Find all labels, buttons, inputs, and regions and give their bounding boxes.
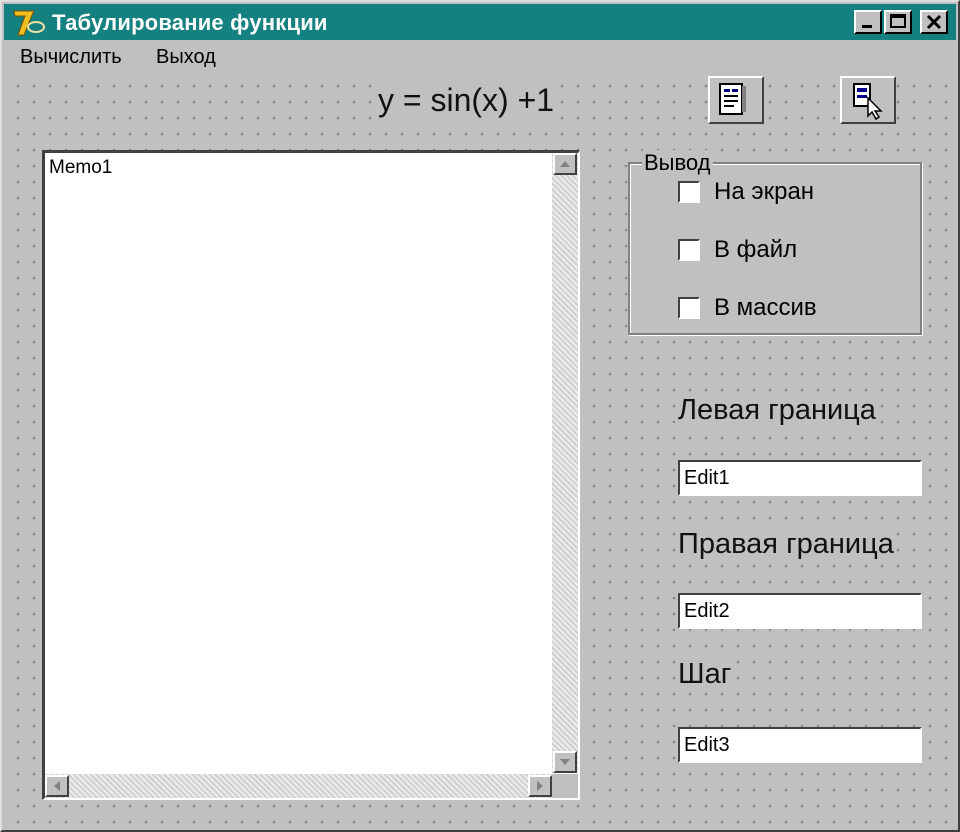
minimize-button[interactable] <box>854 10 882 34</box>
right-bound-label: Правая граница <box>676 528 896 561</box>
checkbox-file-label[interactable]: В файл <box>714 236 797 264</box>
title-bar[interactable]: Табулирование функции <box>4 4 956 40</box>
arrow-right-icon <box>537 781 543 791</box>
checkbox-array[interactable]: В массив <box>678 294 817 322</box>
arrow-left-icon <box>54 781 60 791</box>
formula-label: y = sin(x) +1 <box>374 82 559 119</box>
vertical-scrollbar[interactable] <box>552 153 578 773</box>
menu-item-exit[interactable]: Выход <box>156 46 216 69</box>
checkbox-array-box[interactable] <box>678 297 700 319</box>
scrollbar-corner <box>552 774 578 798</box>
minimize-icon <box>862 25 872 28</box>
run-button[interactable] <box>840 76 896 124</box>
scroll-right-button[interactable] <box>528 775 552 797</box>
main-window: Табулирование функции Вычислить Выход y … <box>0 0 960 832</box>
report-button[interactable] <box>708 76 764 124</box>
close-button[interactable] <box>920 10 948 34</box>
report-icon <box>719 83 746 115</box>
scroll-left-button[interactable] <box>45 775 69 797</box>
horizontal-scrollbar[interactable] <box>45 774 552 798</box>
output-group-caption: Вывод <box>642 150 713 176</box>
left-bound-label: Левая граница <box>676 394 878 427</box>
left-bound-input[interactable] <box>678 460 922 496</box>
memo-text[interactable]: Memo1 <box>49 157 112 179</box>
maximize-icon <box>890 14 906 28</box>
menu-item-calculate[interactable]: Вычислить <box>20 46 122 69</box>
delphi-app-icon <box>13 10 45 36</box>
right-bound-input[interactable] <box>678 593 922 629</box>
checkbox-file[interactable]: В файл <box>678 236 797 264</box>
checkbox-screen-label[interactable]: На экран <box>714 178 814 206</box>
checkbox-screen-box[interactable] <box>678 181 700 203</box>
menu-bar: Вычислить Выход <box>4 42 956 72</box>
scroll-up-button[interactable] <box>553 153 577 175</box>
checkbox-screen[interactable]: На экран <box>678 178 814 206</box>
scroll-down-button[interactable] <box>553 751 577 773</box>
arrow-down-icon <box>560 759 570 765</box>
window-title: Табулирование функции <box>52 10 328 35</box>
step-input[interactable] <box>678 727 922 763</box>
checkbox-array-label[interactable]: В массив <box>714 294 817 322</box>
run-pointer-icon <box>853 83 883 121</box>
checkbox-file-box[interactable] <box>678 239 700 261</box>
maximize-button[interactable] <box>884 10 912 34</box>
close-icon <box>926 14 942 30</box>
memo-box[interactable]: Memo1 <box>42 150 580 800</box>
step-label: Шаг <box>676 658 734 691</box>
arrow-up-icon <box>560 161 570 167</box>
